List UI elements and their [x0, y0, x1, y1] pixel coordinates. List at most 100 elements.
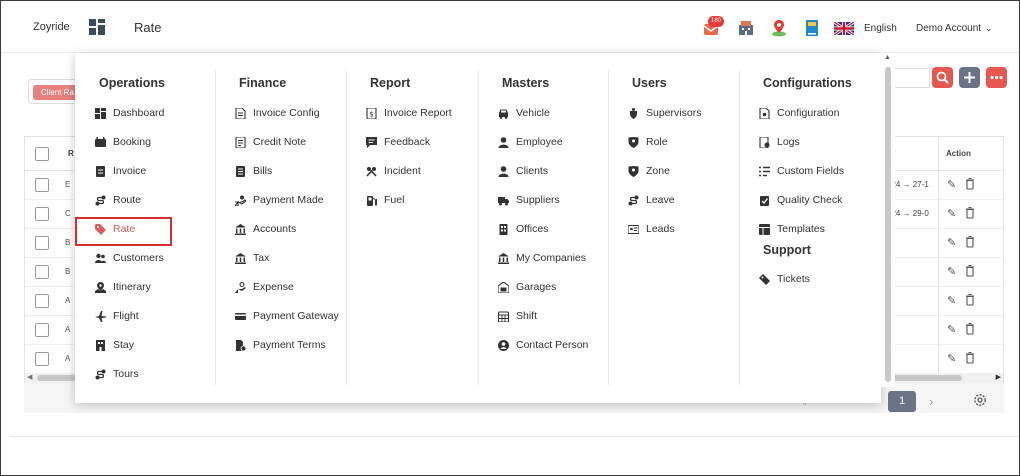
- menu-item-flight[interactable]: Flight: [95, 306, 139, 326]
- account-menu[interactable]: Demo Account ⌄: [916, 23, 993, 34]
- configuration-icon: [759, 107, 770, 119]
- table-settings-gear-icon[interactable]: [972, 392, 988, 408]
- menu-item-configuration[interactable]: Configuration: [759, 103, 839, 123]
- more-options-button[interactable]: [986, 67, 1007, 88]
- menu-item-shift[interactable]: Shift: [498, 306, 537, 326]
- delete-icon[interactable]: [965, 351, 975, 364]
- menu-item-role[interactable]: Role: [628, 132, 668, 152]
- menu-item-booking[interactable]: Booking: [95, 132, 151, 152]
- row-checkbox[interactable]: [35, 178, 49, 192]
- edit-icon[interactable]: ✎: [947, 294, 956, 307]
- menu-item-expense[interactable]: Expense: [235, 277, 294, 297]
- scroll-right-icon[interactable]: ▶: [996, 373, 1001, 381]
- menu-item-custom-fields[interactable]: Custom Fields: [759, 161, 844, 181]
- invoice-icon: [95, 165, 106, 177]
- menu-item-my-companies[interactable]: My Companies: [498, 248, 586, 268]
- menu-item-invoice[interactable]: Invoice: [95, 161, 146, 181]
- tickets-icon: [759, 273, 770, 285]
- menu-item-route[interactable]: Route: [95, 190, 141, 210]
- guide-book-icon[interactable]: [803, 19, 821, 37]
- menu-section-title: Masters: [502, 76, 550, 90]
- page-1-button[interactable]: 1: [888, 391, 916, 412]
- menu-item-tickets[interactable]: Tickets: [759, 269, 810, 289]
- menu-item-clients[interactable]: Clients: [498, 161, 548, 181]
- row-checkbox[interactable]: [35, 207, 49, 221]
- menu-item-feedback[interactable]: Feedback: [366, 132, 430, 152]
- scroll-up-icon[interactable]: ▲: [884, 54, 891, 61]
- language-selector[interactable]: English: [864, 23, 897, 34]
- menu-item-stay[interactable]: Stay: [95, 335, 134, 355]
- menu-item-supervisors[interactable]: Supervisors: [628, 103, 701, 123]
- menu-item-label: Bills: [253, 165, 273, 177]
- building-icon[interactable]: [737, 19, 755, 37]
- brand-name[interactable]: Zoyride: [33, 21, 70, 33]
- menu-item-dashboard[interactable]: Dashboard: [95, 103, 164, 123]
- row-checkbox[interactable]: [35, 265, 49, 279]
- menu-item-label: Contact Person: [516, 339, 589, 351]
- delete-icon[interactable]: [965, 206, 975, 219]
- select-all-checkbox[interactable]: [35, 147, 49, 161]
- edit-icon[interactable]: ✎: [947, 323, 956, 336]
- bank-icon: [235, 223, 246, 235]
- menu-item-tax[interactable]: Tax: [235, 248, 269, 268]
- menu-item-zone[interactable]: Zone: [628, 161, 670, 181]
- delete-icon[interactable]: [965, 293, 975, 306]
- menu-item-label: Role: [646, 136, 668, 148]
- edit-icon[interactable]: ✎: [947, 178, 956, 191]
- apps-grid-icon[interactable]: [89, 19, 105, 35]
- column-header-r[interactable]: R: [68, 149, 74, 158]
- menu-item-bills[interactable]: Bills: [235, 161, 272, 181]
- menu-item-payment-made[interactable]: Payment Made: [235, 190, 324, 210]
- add-button[interactable]: [959, 67, 980, 88]
- menu-item-invoice-config[interactable]: Invoice Config: [235, 103, 320, 123]
- booking-icon: [95, 136, 106, 148]
- row-checkbox[interactable]: [35, 236, 49, 250]
- map-pin-icon[interactable]: [770, 19, 788, 37]
- menu-item-contact-person[interactable]: Contact Person: [498, 335, 588, 355]
- itinerary-icon: [95, 281, 106, 293]
- menu-item-suppliers[interactable]: Suppliers: [498, 190, 560, 210]
- next-page-icon[interactable]: ›: [929, 394, 933, 409]
- filter-chip-client-rate[interactable]: Client Ra: [33, 85, 77, 100]
- menu-item-label: Expense: [253, 281, 294, 293]
- edit-icon[interactable]: ✎: [947, 207, 956, 220]
- uk-flag-icon[interactable]: [834, 22, 854, 35]
- scroll-left-icon[interactable]: ◀: [27, 373, 32, 381]
- edit-icon[interactable]: ✎: [947, 265, 956, 278]
- delete-icon[interactable]: [965, 177, 975, 190]
- menu-item-customers[interactable]: Customers: [95, 248, 164, 268]
- row-checkbox[interactable]: [35, 294, 49, 308]
- row-checkbox[interactable]: [35, 352, 49, 366]
- row-checkbox[interactable]: [35, 323, 49, 337]
- menu-item-logs[interactable]: Logs: [759, 132, 800, 152]
- menu-item-label: Templates: [777, 223, 825, 235]
- menu-item-credit-note[interactable]: Credit Note: [235, 132, 306, 152]
- menu-item-invoice-report[interactable]: $ Invoice Report: [366, 103, 452, 123]
- delete-icon[interactable]: [965, 235, 975, 248]
- menu-item-payment-terms[interactable]: Payment Terms: [235, 335, 326, 355]
- menu-item-garages[interactable]: Garages: [498, 277, 556, 297]
- menu-item-templates[interactable]: Templates: [759, 219, 825, 239]
- menu-item-leave[interactable]: Leave: [628, 190, 675, 210]
- menu-item-payment-gateway[interactable]: Payment Gateway: [235, 306, 339, 326]
- menu-item-fuel[interactable]: Fuel: [366, 190, 404, 210]
- menu-item-accounts[interactable]: Accounts: [235, 219, 296, 239]
- menu-scrollbar-thumb[interactable]: [885, 67, 891, 382]
- menu-item-itinerary[interactable]: Itinerary: [95, 277, 151, 297]
- plus-icon: [964, 72, 975, 83]
- menu-item-vehicle[interactable]: Vehicle: [498, 103, 550, 123]
- menu-vertical-scrollbar[interactable]: ▲: [881, 53, 895, 387]
- menu-item-incident[interactable]: Incident: [366, 161, 421, 181]
- edit-icon[interactable]: ✎: [947, 352, 956, 365]
- menu-item-tours[interactable]: Tours: [95, 364, 139, 384]
- delete-icon[interactable]: [965, 322, 975, 335]
- menu-item-quality-check[interactable]: Quality Check: [759, 190, 842, 210]
- delete-icon[interactable]: [965, 264, 975, 277]
- menu-item-leads[interactable]: Leads: [628, 219, 675, 239]
- menu-item-label: Supervisors: [646, 107, 702, 119]
- edit-icon[interactable]: ✎: [947, 236, 956, 249]
- menu-item-employee[interactable]: Employee: [498, 132, 563, 152]
- search-button[interactable]: [932, 67, 953, 88]
- hotel-icon: [95, 339, 106, 351]
- menu-item-offices[interactable]: Offices: [498, 219, 548, 239]
